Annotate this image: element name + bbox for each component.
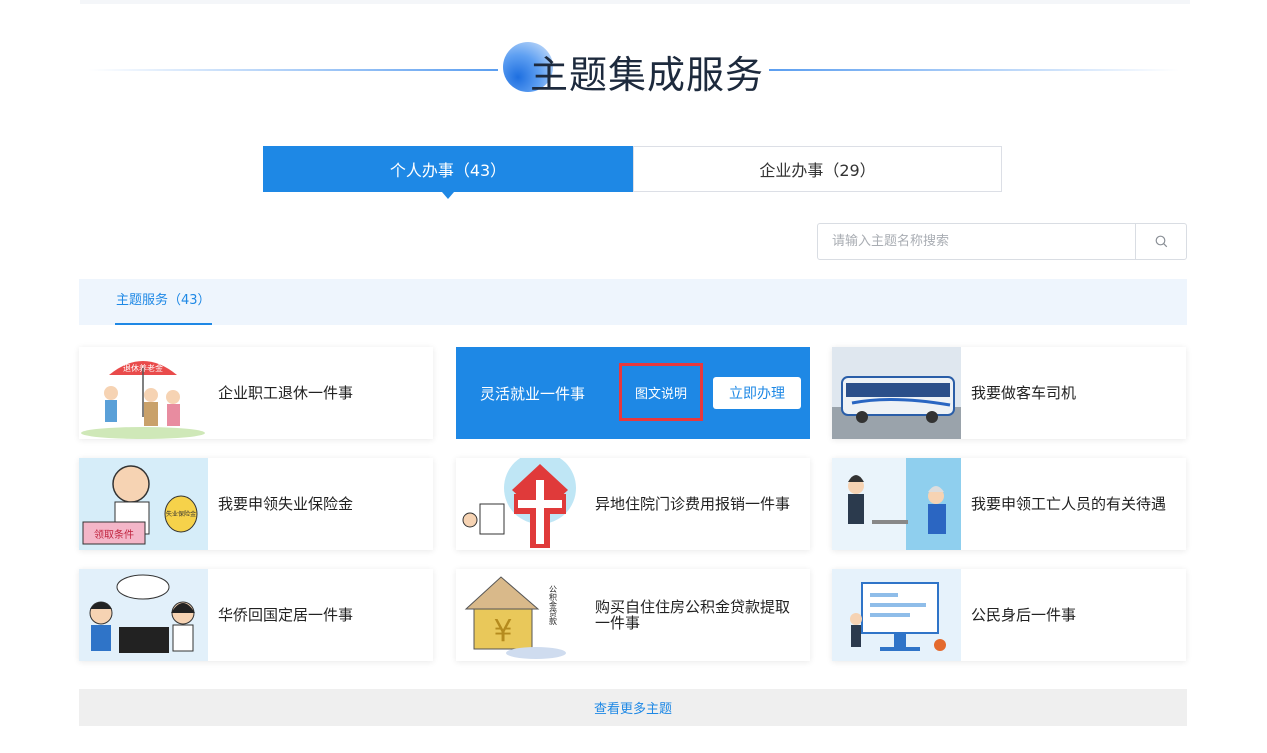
title-line-right [769, 69, 1179, 71]
category-tabs: 个人办事（43） 企业办事（29） [263, 146, 1002, 199]
computer-screen-illustration [832, 569, 961, 661]
svg-text:¥: ¥ [493, 614, 512, 649]
card-title: 购买自住住房公积金贷款提取一件事 [595, 598, 791, 632]
bus-photo [832, 347, 961, 439]
search-icon [1155, 235, 1168, 248]
section-title: 主题集成服务 [530, 53, 765, 97]
search-button[interactable] [1135, 224, 1186, 259]
card-title: 公民身后一件事 [971, 606, 1077, 624]
title-line-left [88, 69, 498, 71]
medical-cross-illustration [456, 458, 585, 550]
top-divider [80, 0, 1190, 4]
unemployment-illustration: 领取条件 失业保险金 [79, 458, 208, 550]
search-box [817, 223, 1187, 260]
thumb-text-conditions: 领取条件 [94, 528, 134, 541]
work-death-benefits-illustration [832, 458, 961, 550]
service-card-overseas-chinese-settlement[interactable]: 华侨回国定居一件事 [79, 569, 433, 661]
card-title: 我要做客车司机 [971, 384, 1077, 402]
housing-fund-illustration: ¥ 公积金贷款 [456, 569, 585, 661]
search-input[interactable] [818, 224, 1136, 259]
tab-personal[interactable]: 个人办事（43） [263, 146, 633, 199]
card-title: 企业职工退休一件事 [218, 384, 354, 402]
service-card-after-death-affairs[interactable]: 公民身后一件事 [832, 569, 1186, 661]
thumb-badge: 失业保险金 [166, 510, 196, 518]
service-card-retirement[interactable]: 退休养老金 企业职工退休一件事 [79, 347, 433, 439]
card-title: 我要申领失业保险金 [218, 495, 354, 513]
card-title: 华侨回国定居一件事 [218, 606, 354, 624]
subcategory-tab-theme-services[interactable]: 主题服务（43） [115, 279, 212, 325]
thumb-text-retirement: 退休养老金 [123, 363, 163, 373]
tab-enterprise[interactable]: 企业办事（29） [633, 146, 1002, 192]
graphic-guide-button[interactable]: 图文说明 [619, 363, 703, 421]
service-card-bus-driver[interactable]: 我要做客车司机 [832, 347, 1186, 439]
service-card-work-death-benefits[interactable]: 我要申领工亡人员的有关待遇 [832, 458, 1186, 550]
view-more-button[interactable]: 查看更多主题 [79, 689, 1187, 726]
subcategory-bar: 主题服务（43） [79, 279, 1187, 325]
card-title: 灵活就业一件事 [480, 385, 586, 403]
apply-now-button[interactable]: 立即办理 [713, 377, 801, 409]
service-card-flexible-employment[interactable]: 灵活就业一件事 图文说明 立即办理 [456, 347, 810, 439]
card-title: 我要申领工亡人员的有关待遇 [971, 495, 1167, 513]
thumb-text-fund-loan: 公积金贷款 [549, 585, 558, 626]
section-header: 主题集成服务 [80, 40, 1187, 100]
retirement-illustration: 退休养老金 [79, 347, 208, 439]
service-card-unemployment-insurance[interactable]: 领取条件 失业保险金 我要申领失业保险金 [79, 458, 433, 550]
service-card-housing-fund-withdrawal[interactable]: ¥ 公积金贷款 购买自住住房公积金贷款提取一件事 [456, 569, 810, 661]
card-title: 异地住院门诊费用报销一件事 [595, 495, 791, 513]
service-card-medical-reimbursement[interactable]: 异地住院门诊费用报销一件事 [456, 458, 810, 550]
consultation-illustration [79, 569, 208, 661]
